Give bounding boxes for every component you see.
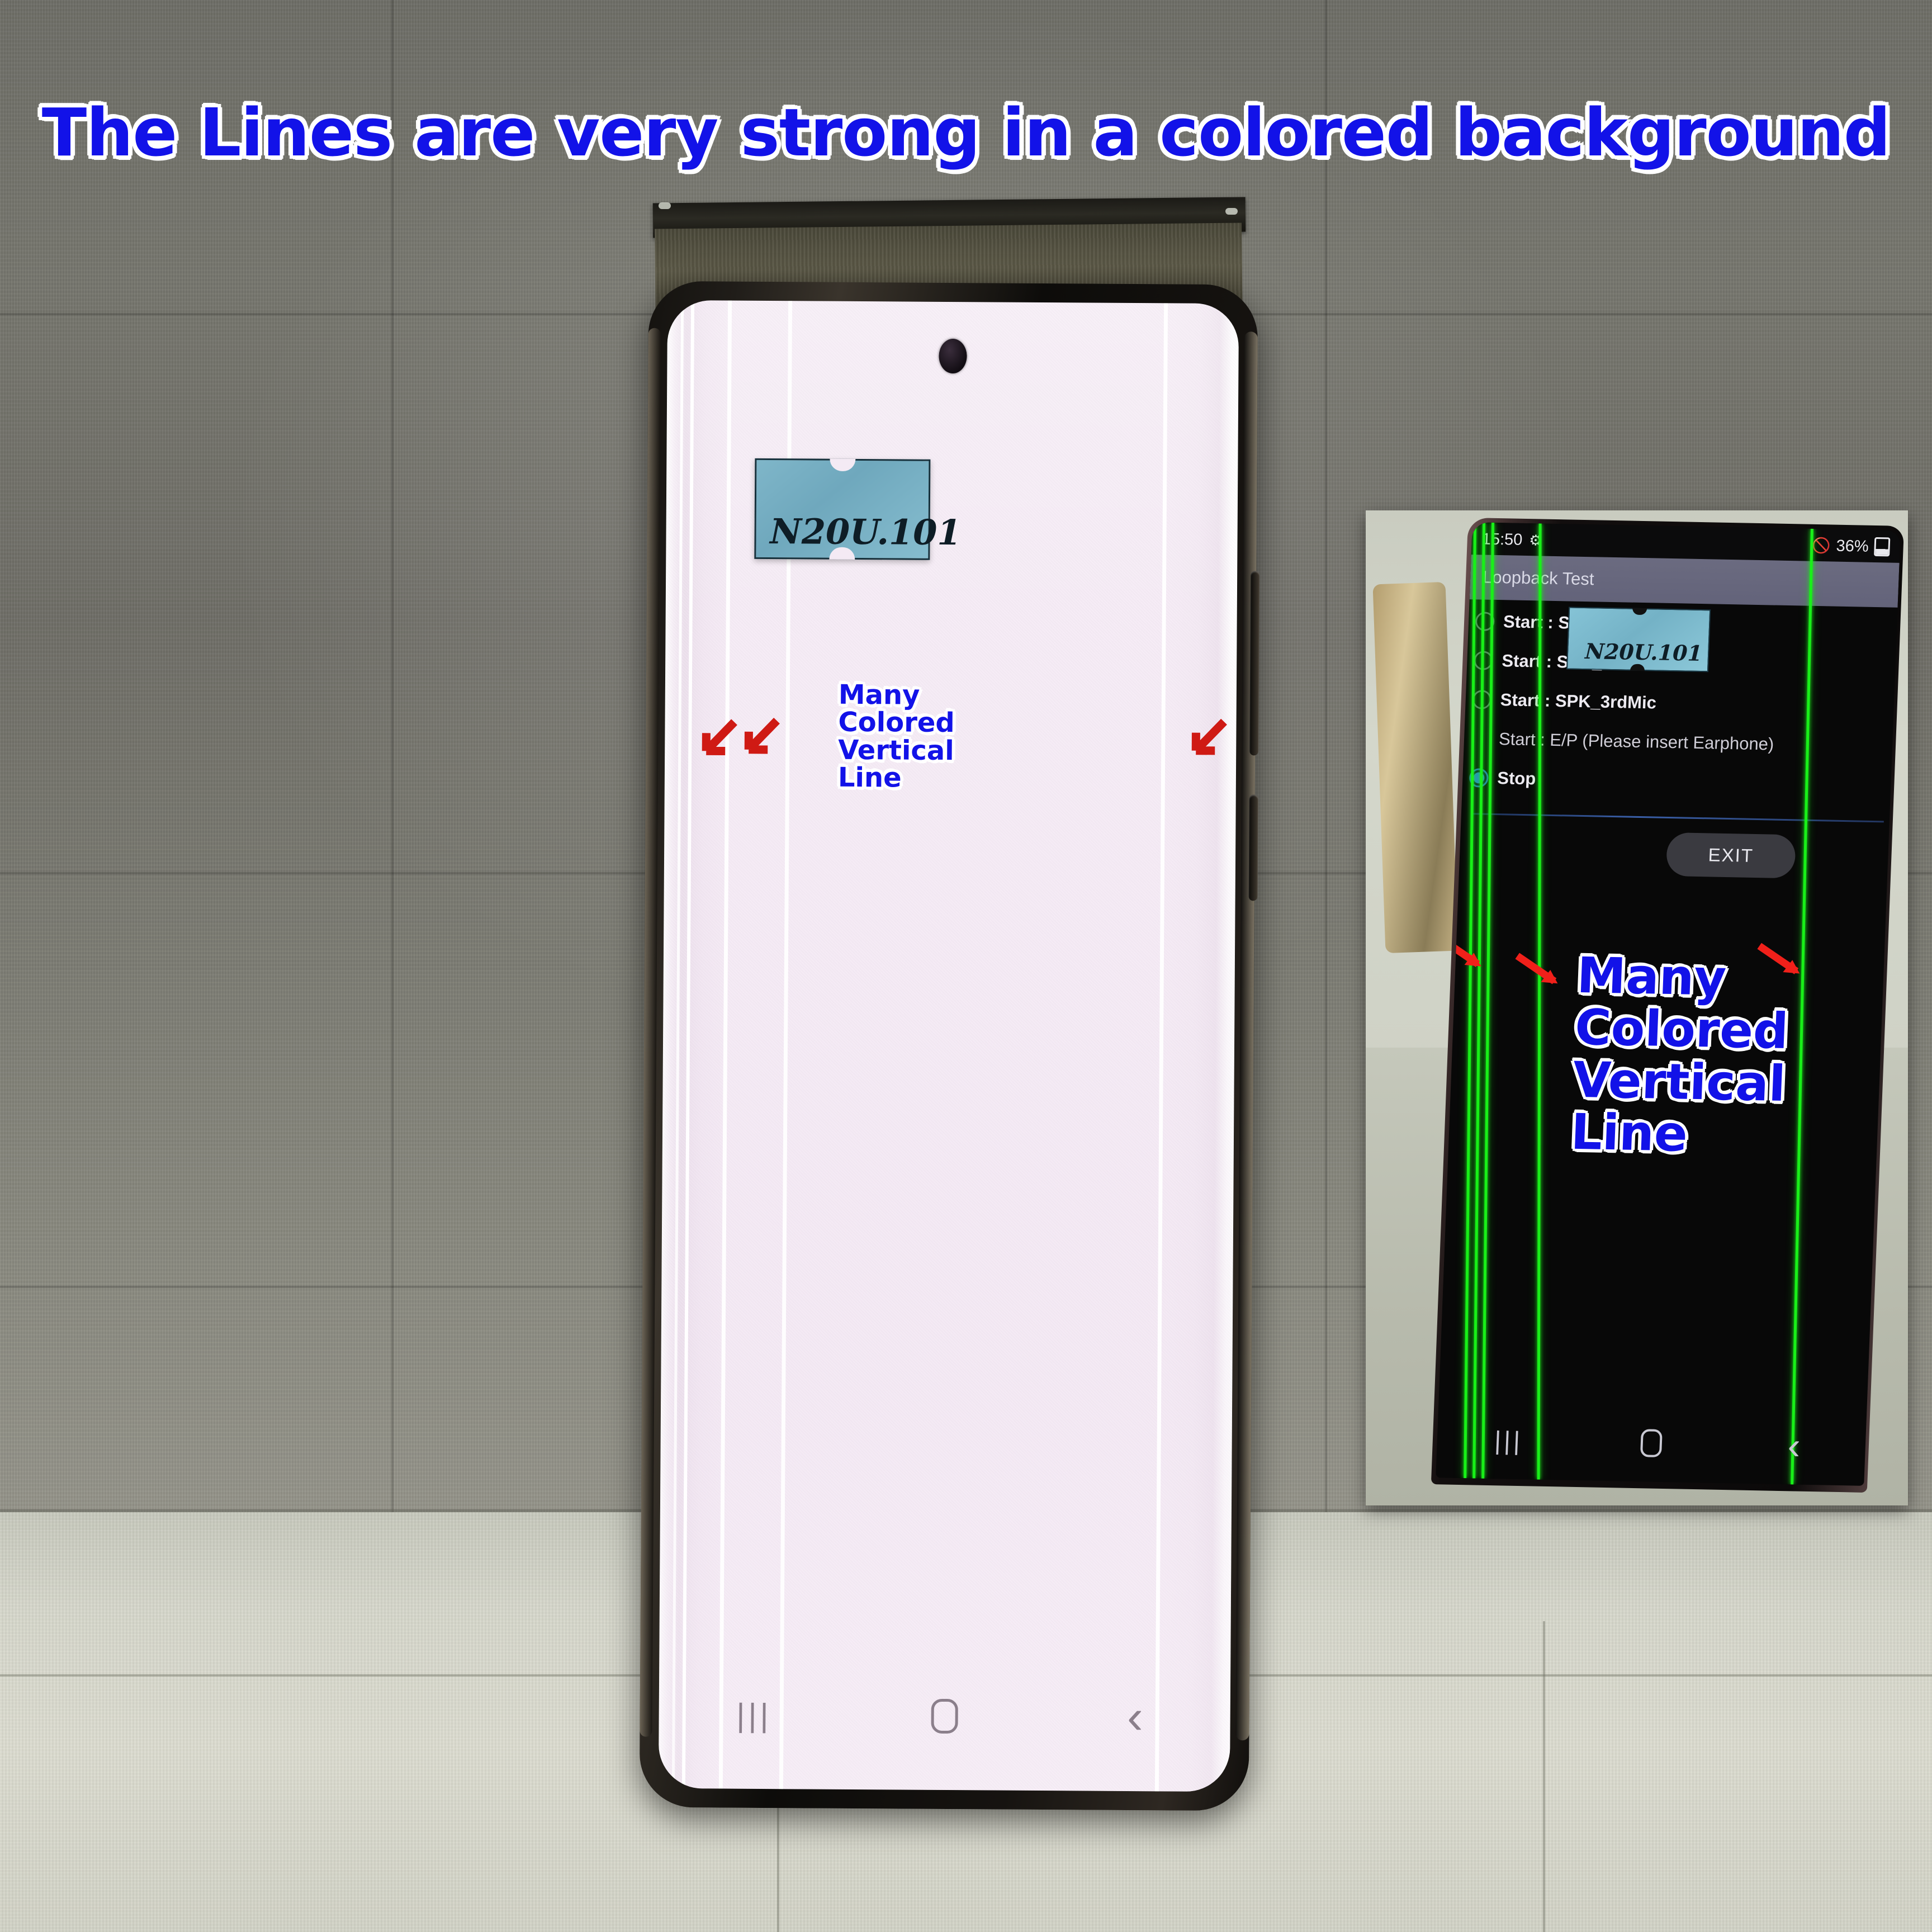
inset-home-button[interactable] xyxy=(1579,1428,1723,1459)
option-row-stop[interactable]: Stop xyxy=(1462,758,1892,806)
inset-caption-line-3: Vertical xyxy=(1571,1050,1787,1112)
inset-home-icon xyxy=(1640,1429,1663,1457)
sticky-note-main: N20U.101 xyxy=(754,458,962,560)
main-caption-line-1: Many xyxy=(838,679,920,711)
battery-icon xyxy=(1874,537,1891,557)
back-button[interactable]: ‹ xyxy=(1040,1690,1230,1744)
recents-button[interactable]: ||| xyxy=(659,1696,849,1734)
home-icon xyxy=(931,1698,958,1734)
floor-seam-vertical-2 xyxy=(1543,1621,1545,1932)
inset-photo: 15:50 ⚙ 🚫 36% Loopback Test Start: Star… xyxy=(1366,510,1908,1505)
inset-caption-line-4: Line xyxy=(1570,1102,1689,1163)
power-button[interactable] xyxy=(1248,794,1258,901)
main-caption-line-4: Line xyxy=(837,762,902,794)
inset-back-icon: ‹ xyxy=(1787,1424,1801,1467)
recents-icon: ||| xyxy=(736,1697,772,1734)
inset-phone-screen[interactable]: 15:50 ⚙ 🚫 36% Loopback Test Start: Star… xyxy=(1436,522,1901,1486)
red-arrow-3 xyxy=(1183,718,1227,762)
box-stud-right xyxy=(1225,208,1238,215)
front-camera-punch-hole xyxy=(939,338,967,374)
status-time: 15:50 xyxy=(1481,529,1523,549)
inset-caption-line-1: Many xyxy=(1575,946,1727,1007)
inset-recents-button[interactable]: ||| xyxy=(1437,1424,1580,1457)
sticky-note-inset-text: N20U.101 xyxy=(1584,638,1703,666)
inset-caption: Many Colored Vertical Line xyxy=(1570,946,1791,1163)
wall-seam-vertical-2 xyxy=(1325,0,1327,1543)
red-arrow-2 xyxy=(736,717,780,761)
exit-button-label: EXIT xyxy=(1707,844,1754,866)
sticky-note-inset: N20U.101 xyxy=(1566,607,1711,673)
inset-navigation-bar[interactable]: ||| ‹ xyxy=(1436,1414,1866,1472)
inset-caption-line-2: Colored xyxy=(1574,998,1790,1060)
box-stud-left xyxy=(659,202,671,209)
sticky-note-text: N20U.101 xyxy=(770,510,962,553)
back-icon: ‹ xyxy=(1126,1690,1143,1744)
inset-recents-icon: ||| xyxy=(1494,1426,1524,1456)
option-label-spk-3rdmic: Start : SPK_3rdMic xyxy=(1500,690,1657,713)
main-phone: N20U.101 Many Colored Vertical Line ||| … xyxy=(639,281,1260,1811)
wall-seam-vertical-1 xyxy=(391,0,394,1543)
inset-back-button[interactable]: ‹ xyxy=(1722,1424,1866,1467)
main-caption: Many Colored Vertical Line xyxy=(837,679,955,794)
main-navigation-bar[interactable]: ||| ‹ xyxy=(659,1681,1230,1751)
inset-secondary-device xyxy=(1372,581,1459,954)
red-arrow-1 xyxy=(694,718,737,762)
home-button[interactable] xyxy=(849,1698,1040,1734)
inset-red-arrow-2 xyxy=(1513,953,1566,992)
page-title: The Lines are very strong in a colored b… xyxy=(41,94,1891,171)
inset-phone: 15:50 ⚙ 🚫 36% Loopback Test Start: Star… xyxy=(1431,517,1905,1493)
inset-app-bar: Loopback Test xyxy=(1469,555,1900,608)
option-label-stop: Stop xyxy=(1497,768,1536,789)
main-phone-screen[interactable]: N20U.101 Many Colored Vertical Line ||| … xyxy=(658,300,1239,1792)
battery-percent: 36% xyxy=(1836,537,1869,556)
main-caption-line-3: Vertical xyxy=(838,734,954,766)
do-not-disturb-icon: 🚫 xyxy=(1811,537,1831,555)
exit-button[interactable]: EXIT xyxy=(1665,832,1796,879)
screenshot-root: The Lines are very strong in a colored b… xyxy=(0,0,1932,1932)
main-caption-line-2: Colored xyxy=(838,707,955,739)
inset-divider-line xyxy=(1471,813,1884,823)
volume-button[interactable] xyxy=(1249,571,1260,756)
